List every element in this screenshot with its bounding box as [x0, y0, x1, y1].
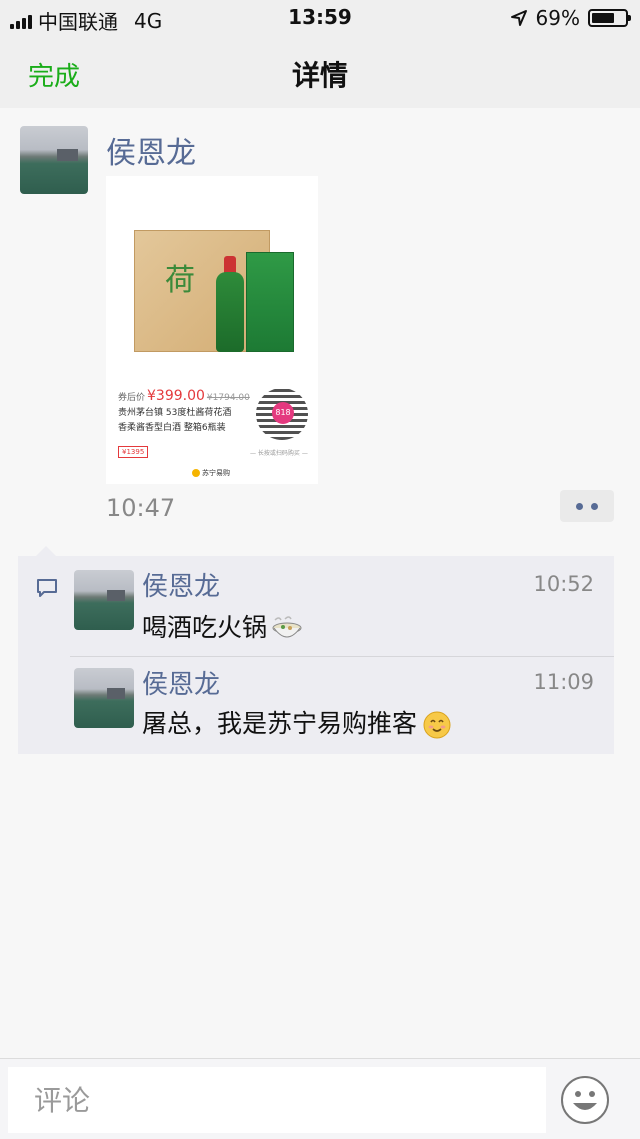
comment-avatar[interactable]	[74, 668, 134, 728]
product-name: 贵州茅台镇 53度杜酱荷花酒 香柔酱香型白酒 整箱6瓶装	[118, 408, 232, 433]
comments-panel: 侯恩龙 10:52 喝酒吃火锅 侯恩龙 11:09 屠总，我是苏宁易购推客	[18, 546, 614, 754]
comment-time: 11:09	[533, 670, 594, 694]
hotpot-emoji-icon	[272, 616, 302, 638]
bottle-image	[216, 272, 244, 352]
post-time: 10:47	[106, 494, 176, 522]
gift-box-image	[246, 252, 294, 352]
qr-badge: 818	[272, 402, 294, 424]
location-icon	[510, 10, 527, 26]
comment-avatar[interactable]	[74, 570, 134, 630]
comment-time: 10:52	[533, 572, 594, 596]
post-author-name[interactable]: 侯恩龙	[106, 128, 196, 172]
status-right: 69%	[510, 6, 631, 30]
original-price: ¥1794.00	[206, 393, 250, 403]
comment-author[interactable]: 侯恩龙	[142, 664, 220, 701]
smile-emoji-icon	[423, 711, 451, 739]
qr-caption: — 长按或扫码购买 —	[250, 450, 308, 457]
more-actions-button[interactable]	[560, 490, 614, 522]
status-bar: 中国联通 4G 13:59 69%	[0, 0, 640, 36]
battery-icon	[588, 9, 631, 27]
comment-author[interactable]: 侯恩龙	[142, 566, 220, 603]
post-author-avatar[interactable]	[20, 126, 88, 194]
post-image[interactable]: 荷 券后价 ¥399.00 ¥1794.00 贵州茅台镇 53度杜酱荷花酒 香柔酱香…	[106, 176, 318, 484]
comment-input[interactable]	[8, 1067, 546, 1133]
price-row: 券后价 ¥399.00 ¥1794.00	[118, 388, 250, 404]
comment-text[interactable]: 喝酒吃火锅	[142, 608, 303, 644]
store-logo: 苏宁易购	[192, 468, 230, 478]
emoji-button-icon[interactable]	[560, 1075, 610, 1125]
comment-divider	[70, 656, 614, 657]
comment-icon	[37, 579, 57, 597]
battery-fill	[592, 13, 615, 23]
nav-bar: 完成 详情	[0, 36, 640, 108]
comment-input-bar	[0, 1058, 640, 1139]
battery-percent: 69%	[535, 6, 580, 30]
comment-text[interactable]: 屠总，我是苏宁易购推客	[142, 704, 451, 740]
price: ¥399.00	[147, 388, 205, 404]
page-title: 详情	[291, 59, 348, 92]
price-tag: ¥1395	[118, 446, 149, 458]
